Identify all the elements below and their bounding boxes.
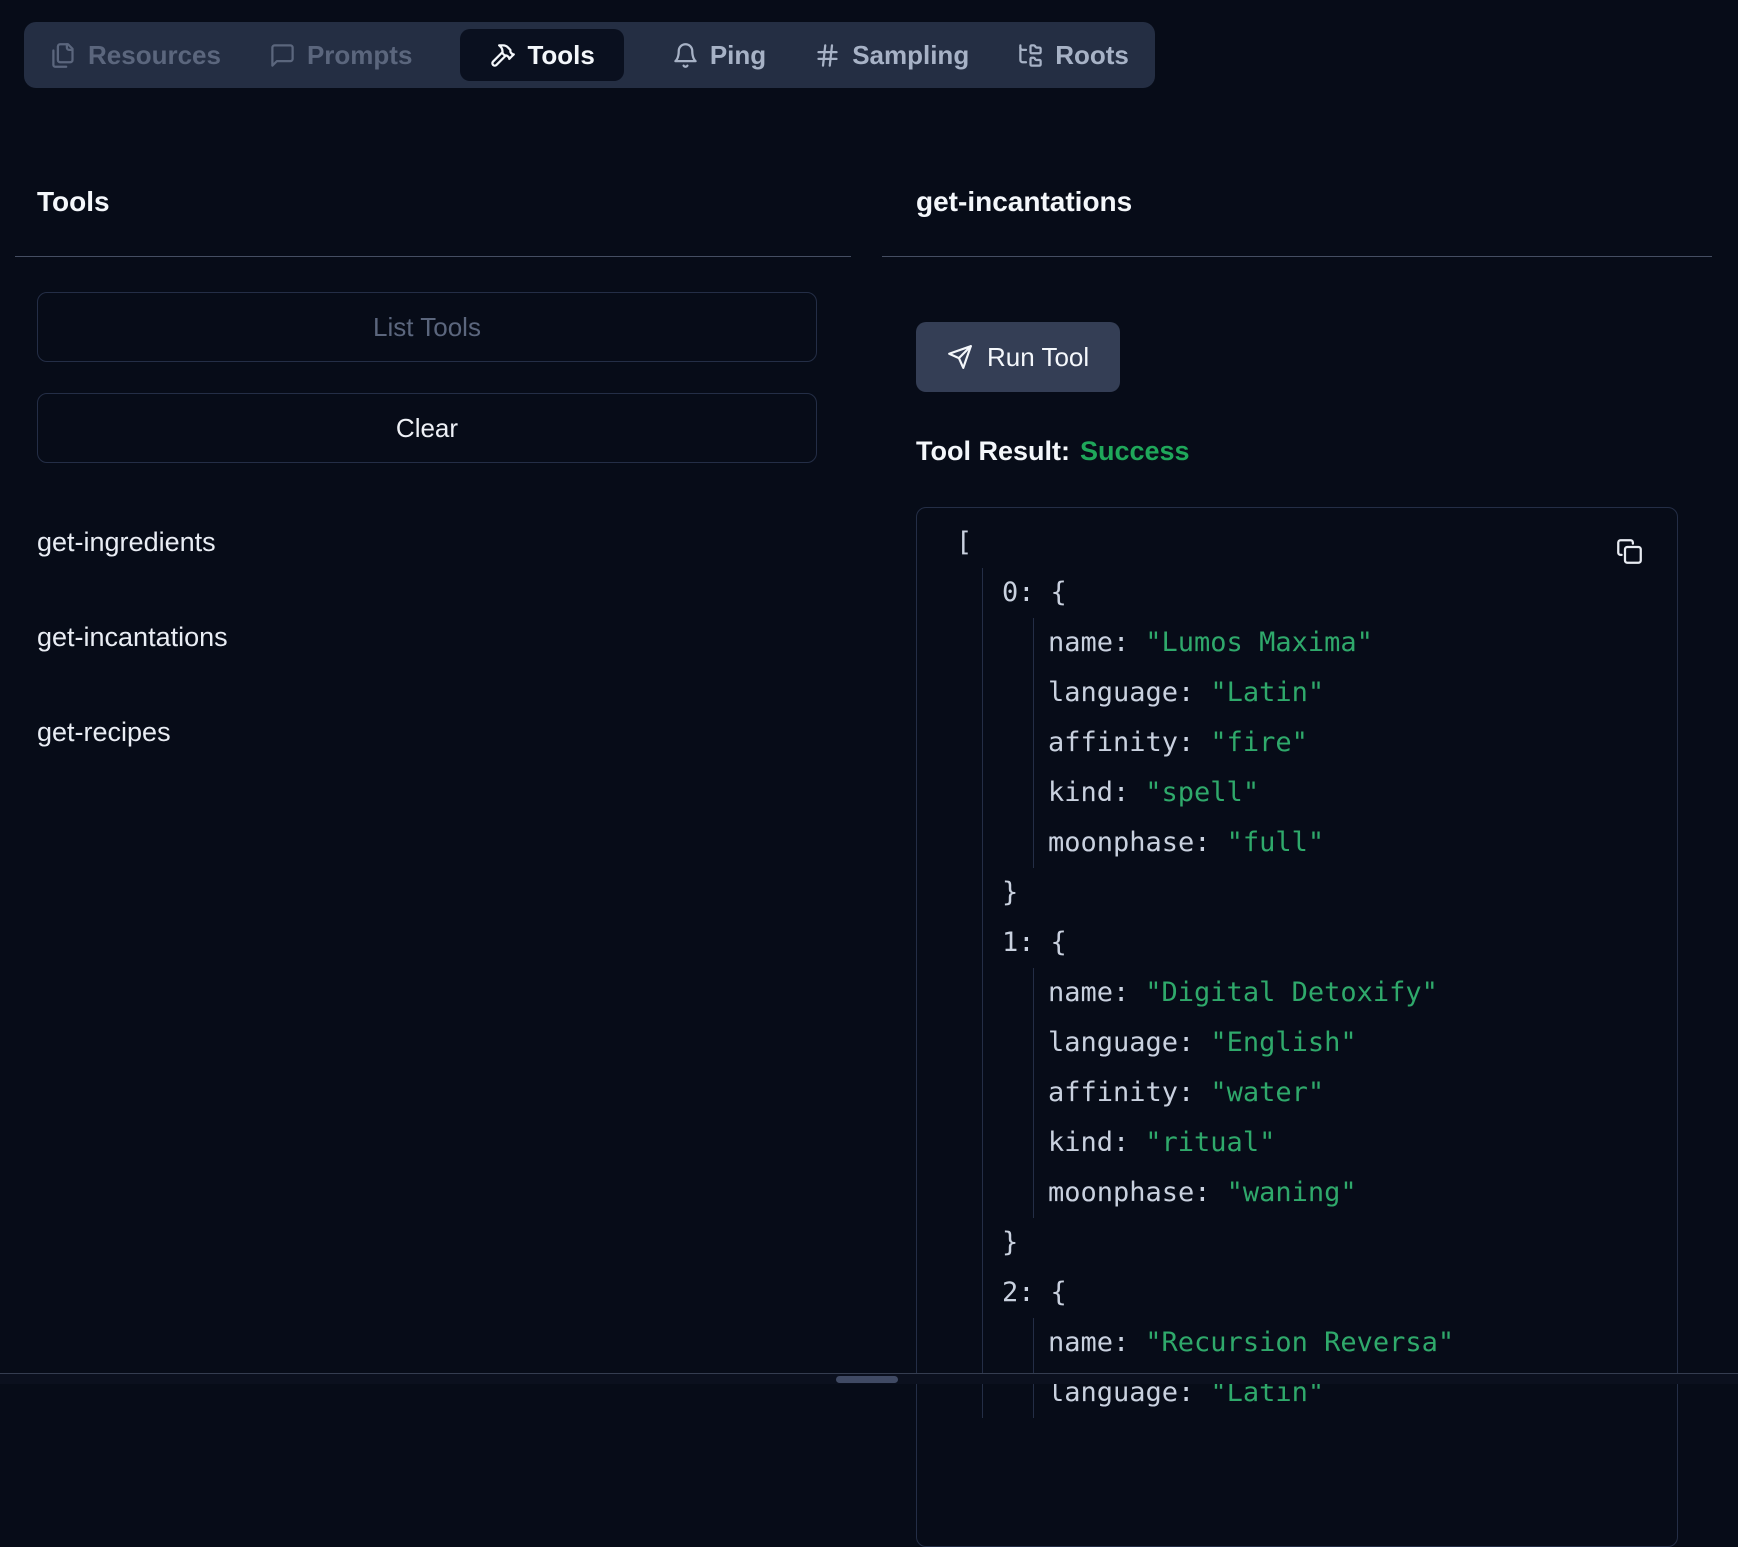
json-object-level: name:"Digital Detoxify" language:"Englis…	[1033, 968, 1677, 1218]
tools-panel-title: Tools	[37, 186, 817, 218]
tab-roots[interactable]: Roots	[1017, 42, 1129, 69]
folder-tree-icon	[1017, 42, 1044, 69]
message-square-icon	[269, 42, 296, 69]
hammer-icon	[489, 42, 516, 69]
json-row: kind:"ritual"	[1048, 1118, 1677, 1168]
tool-item-get-recipes[interactable]: get-recipes	[37, 717, 171, 747]
json-row: affinity:"fire"	[1048, 718, 1677, 768]
json-array-level: 0:{ name:"Lumos Maxima" language:"Latin"…	[982, 568, 1677, 1418]
json-row: name:"Recursion Reversa"	[1048, 1318, 1677, 1368]
tool-list: get-ingredients get-incantations get-rec…	[37, 527, 817, 747]
horizontal-scrollbar[interactable]	[0, 1373, 1738, 1384]
json-result-panel: [ 0:{ name:"Lumos Maxima" language:"Lati…	[916, 507, 1678, 1547]
tab-resources[interactable]: Resources	[50, 42, 221, 69]
json-entry-header: 2:{	[1002, 1268, 1677, 1318]
copy-button[interactable]	[1616, 538, 1643, 565]
tab-label: Prompts	[307, 42, 412, 68]
copy-icon	[1616, 538, 1643, 565]
tab-sampling[interactable]: Sampling	[814, 42, 969, 69]
tool-result-status: Success	[1080, 436, 1190, 466]
clear-button[interactable]: Clear	[37, 393, 817, 463]
json-row: moonphase:"waning"	[1048, 1168, 1677, 1218]
tool-detail-panel: get-incantations Run Tool Tool Result: Su…	[916, 186, 1678, 1547]
json-row: affinity:"water"	[1048, 1068, 1677, 1118]
hash-icon	[814, 42, 841, 69]
tool-item-get-ingredients[interactable]: get-ingredients	[37, 527, 216, 557]
json-object-level: name:"Lumos Maxima" language:"Latin" aff…	[1033, 618, 1677, 868]
json-row: name:"Digital Detoxify"	[1048, 968, 1677, 1018]
tab-bar: Resources Prompts Tools Ping	[24, 22, 1155, 88]
json-close-brace: }	[1002, 1218, 1677, 1268]
send-icon	[947, 344, 973, 370]
tab-prompts[interactable]: Prompts	[269, 42, 412, 69]
json-tree: [ 0:{ name:"Lumos Maxima" language:"Lati…	[956, 518, 1677, 1418]
tab-label: Roots	[1055, 42, 1129, 68]
json-row: language:"Latin"	[1048, 668, 1677, 718]
json-entry-header: 0:{	[1002, 568, 1677, 618]
tool-item-get-incantations[interactable]: get-incantations	[37, 622, 228, 652]
horizontal-scrollbar-thumb[interactable]	[836, 1376, 898, 1383]
run-tool-button[interactable]: Run Tool	[916, 322, 1120, 392]
json-entry-header: 1:{	[1002, 918, 1677, 968]
json-row: kind:"spell"	[1048, 768, 1677, 818]
tab-label: Ping	[710, 42, 766, 68]
json-object-level: name:"Recursion Reversa" language:"Latin…	[1033, 1318, 1677, 1418]
tab-tools[interactable]: Tools	[460, 29, 623, 81]
json-row: moonphase:"full"	[1048, 818, 1677, 868]
bell-icon	[672, 42, 699, 69]
list-tools-button[interactable]: List Tools	[37, 292, 817, 362]
files-icon	[50, 42, 77, 69]
json-close-brace: }	[1002, 868, 1677, 918]
json-row: name:"Lumos Maxima"	[1048, 618, 1677, 668]
json-row: language:"English"	[1048, 1018, 1677, 1068]
tab-label: Tools	[527, 42, 594, 68]
run-tool-label: Run Tool	[987, 342, 1089, 373]
tab-label: Sampling	[852, 42, 969, 68]
tool-result-label: Tool Result:	[916, 436, 1070, 466]
tool-result-line: Tool Result: Success	[916, 436, 1678, 467]
tools-panel: Tools List Tools Clear get-ingredients g…	[37, 186, 817, 812]
tab-label: Resources	[88, 42, 221, 68]
tool-detail-title: get-incantations	[916, 186, 1678, 218]
tab-ping[interactable]: Ping	[672, 42, 766, 69]
json-open-bracket: [	[956, 518, 1677, 568]
